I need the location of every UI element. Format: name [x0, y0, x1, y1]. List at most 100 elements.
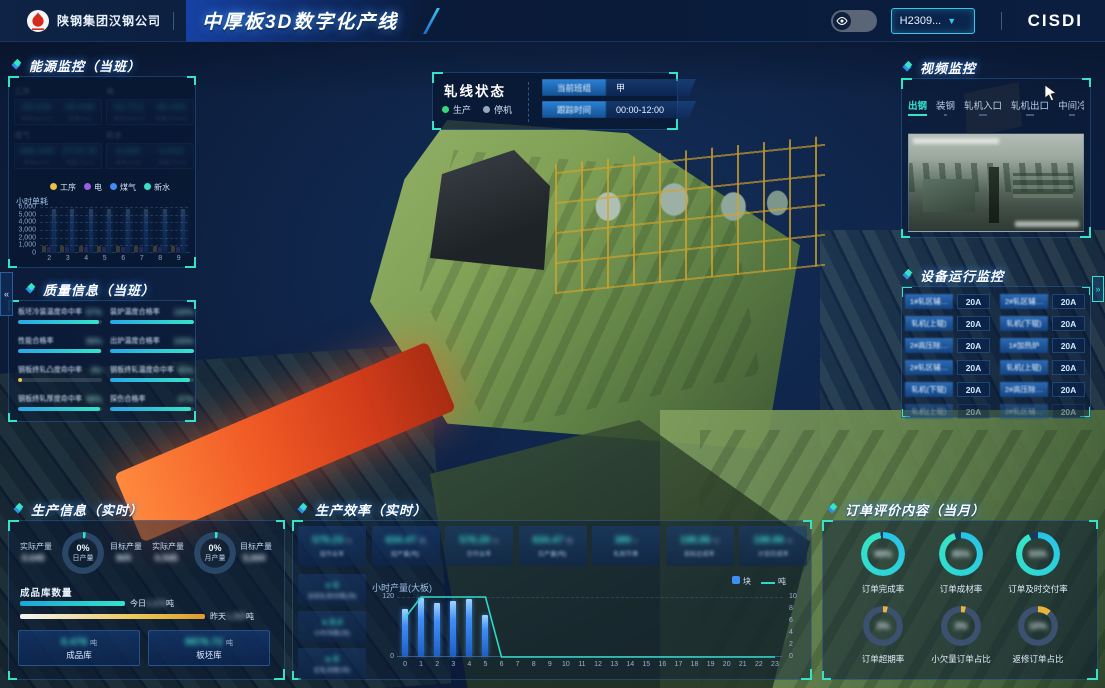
- x-tick: 2: [47, 255, 51, 262]
- energy-chart-legend: 工序电煤气新水: [50, 182, 170, 193]
- x-tick: 12: [594, 661, 602, 668]
- order-shortage-gauge: 3%: [941, 606, 981, 646]
- y-tick: 0: [789, 653, 793, 660]
- x-tick: 3: [451, 661, 455, 668]
- legend-item: 新水: [144, 182, 170, 193]
- y-tick: 2: [789, 641, 793, 648]
- x-tick: 9: [548, 661, 552, 668]
- x-tick: 10: [562, 661, 570, 668]
- header-bar: 陕钢集团汉钢公司 中厚板3D数字化产线 H2309... ▼ CISDI: [0, 0, 1105, 42]
- x-tick: 6: [500, 661, 504, 668]
- production-panel-title: 生产信息（实时）: [31, 500, 143, 519]
- inventory-bar-today: [20, 601, 125, 606]
- chevron-down-icon: ▼: [947, 16, 956, 26]
- x-tick: 7: [140, 255, 144, 262]
- visibility-toggle[interactable]: [831, 10, 877, 32]
- y-tick: 0: [378, 653, 394, 660]
- quality-item: 装炉温度合格率100%: [110, 306, 194, 324]
- actual-output-value: 0.045: [22, 553, 45, 563]
- company-logo: 陕钢集团汉钢公司: [26, 9, 161, 33]
- energy-chart-xaxis: 23456789: [40, 255, 188, 265]
- quality-panel-title: 质量信息（当班）: [43, 280, 155, 299]
- inventory-today-text: 今日1,213吨: [130, 598, 174, 609]
- device-row: 2#轧区辅…20A 轧机(上辊)20A: [905, 360, 1085, 375]
- line-status-title: 轧线状态: [444, 80, 506, 100]
- efficiency-side-tile: ● 6当班轧制块数(块): [298, 574, 366, 606]
- hour-chart-legend: 块 吨: [732, 576, 786, 587]
- right-panel-collapse-handle[interactable]: »: [1092, 276, 1104, 302]
- order-overdue-gauge: 3%: [863, 606, 903, 646]
- hour-chart-plot: [397, 597, 783, 657]
- device-row: 轧机(下辊)20A 2#高压除…20A: [905, 382, 1085, 397]
- x-tick: 21: [739, 661, 747, 668]
- device-select-dropdown[interactable]: H2309... ▼: [891, 8, 975, 34]
- inventory-bar-yesterday: [20, 614, 205, 619]
- x-tick: 8: [532, 661, 536, 668]
- efficiency-tile: 634.47 吨班产量(吨): [372, 526, 440, 566]
- gauge-label: 订单完成率: [838, 583, 928, 595]
- x-tick: 13: [610, 661, 618, 668]
- x-tick: 17: [675, 661, 683, 668]
- target-output-value: 5,000: [243, 553, 266, 563]
- efficiency-tile: 198.86 %目标达成率: [666, 526, 734, 566]
- video-timestamp-overlay: [913, 138, 999, 144]
- efficiency-side-tile: ● 8在轧块数(块): [298, 648, 366, 680]
- efficiency-side-tile: ● 8.4小时块数(块): [298, 611, 366, 643]
- target-output-value: 900: [116, 553, 131, 563]
- order-completion-gauge: 98%: [861, 532, 905, 576]
- y-tick: 120: [378, 593, 394, 600]
- x-tick: 5: [103, 255, 107, 262]
- x-tick: 8: [158, 255, 162, 262]
- mouse-cursor: [1044, 84, 1058, 102]
- x-tick: 15: [642, 661, 650, 668]
- x-tick: 6: [121, 255, 125, 262]
- video-feed[interactable]: [908, 133, 1084, 232]
- energy-panel-title: 能源监控（当班）: [29, 56, 141, 75]
- line-series: [397, 597, 783, 657]
- actual-output-label: 实际产量: [152, 541, 184, 552]
- x-tick: 14: [626, 661, 634, 668]
- x-tick: 2: [435, 661, 439, 668]
- x-tick: 4: [467, 661, 471, 668]
- x-tick: 23: [771, 661, 779, 668]
- app-title-wrap: 中厚板3D数字化产线: [186, 0, 424, 42]
- panel-diamond-icon: [296, 503, 309, 516]
- legend-item: 工序: [50, 182, 76, 193]
- quality-item: 钢板终轧厚度命中率98%: [18, 393, 102, 411]
- video-tab-mill-entry[interactable]: 轧机入口: [964, 98, 1002, 116]
- device-row: 轧机(上辊)20A 轧机(下辊)20A: [905, 316, 1085, 331]
- dashboard: 陕钢集团汉钢公司 中厚板3D数字化产线 H2309... ▼ CISDI: [0, 0, 1105, 688]
- quality-item: 探伤合格率97%: [110, 393, 194, 411]
- device-select-value: H2309...: [900, 15, 942, 27]
- target-output-label: 目标产量: [240, 541, 272, 552]
- efficiency-tile: 579.23 %班作业率: [298, 526, 366, 566]
- monthly-output-gauge: 0% 月产量: [194, 532, 236, 574]
- order-ontime-gauge: 93%: [1016, 532, 1060, 576]
- x-tick: 4: [84, 255, 88, 262]
- video-tab-midcool[interactable]: 中间冷: [1058, 98, 1084, 116]
- video-tab-zhuanggang[interactable]: 装钢: [936, 98, 955, 116]
- efficiency-tile: 576.20 %日作业率: [445, 526, 513, 566]
- quality-item: 出炉温度合格率100%: [110, 335, 194, 353]
- quality-item: 钢板终轧温度命中率95%: [110, 364, 194, 382]
- line-status-legend: 生产 停机: [442, 103, 512, 116]
- quality-item: 板坯冷装温度命中率97%: [18, 306, 102, 324]
- gauge-label: 返修订单占比: [993, 653, 1083, 665]
- flame-logo-icon: [26, 9, 50, 33]
- panel-diamond-icon: [901, 61, 914, 74]
- x-tick: 3: [66, 255, 70, 262]
- video-station-overlay: [1015, 221, 1079, 227]
- video-tab-chugang[interactable]: 出钢: [908, 98, 927, 116]
- efficiency-tile: 198.86 %计划完成率: [739, 526, 807, 566]
- left-panel-collapse-handle[interactable]: «: [0, 272, 13, 316]
- efficiency-tile: 634.47 吨日产量(吨): [519, 526, 587, 566]
- inventory-yesterday-text: 昨天1,293吨: [210, 611, 254, 622]
- daily-output-gauge: 0% 日产量: [62, 532, 104, 574]
- gauge-label: 订单超期率: [838, 653, 928, 665]
- orders-panel-title: 订单评价内容（当月）: [845, 500, 985, 519]
- app-title: 中厚板3D数字化产线: [202, 7, 398, 34]
- x-tick: 20: [723, 661, 731, 668]
- slab-stock-box: 8876.72 吨 板坯库: [148, 630, 270, 666]
- order-yield-gauge: 95%: [939, 532, 983, 576]
- panel-diamond-icon: [10, 59, 23, 72]
